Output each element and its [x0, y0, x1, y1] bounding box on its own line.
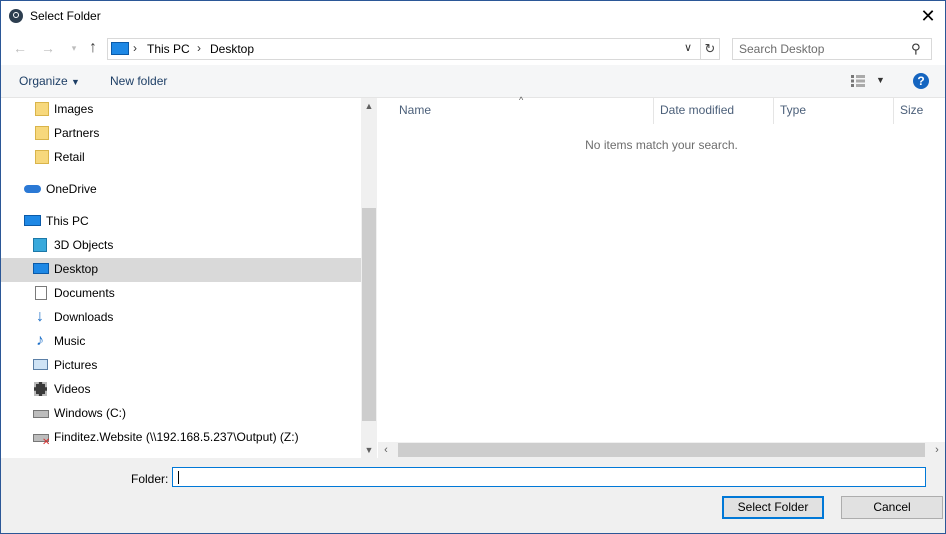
back-arrow-icon[interactable]: ← — [11, 39, 29, 57]
breadcrumb-separator-icon[interactable]: › — [197, 41, 201, 55]
drive-icon — [33, 410, 49, 418]
refresh-icon[interactable]: ↻ — [701, 38, 720, 60]
nav-item-network-drive-z[interactable]: ✕ Finditez.Website (\\192.168.5.237\Outp… — [1, 426, 361, 450]
nav-item-label: Downloads — [54, 310, 114, 324]
network-drive-disconnected-icon: ✕ — [33, 434, 50, 448]
pictures-icon — [33, 359, 48, 370]
nav-item-label: OneDrive — [46, 182, 97, 196]
this-pc-icon — [24, 215, 41, 226]
disconnected-x-icon: ✕ — [42, 437, 51, 448]
app-icon — [9, 9, 23, 23]
dialog-footer: Folder: Select Folder Cancel — [1, 458, 945, 533]
nav-item-3d-objects[interactable]: 3D Objects — [1, 234, 361, 258]
folder-icon — [35, 102, 49, 116]
view-dropdown-icon[interactable]: ▼ — [876, 75, 885, 85]
scroll-right-icon[interactable]: › — [929, 442, 945, 458]
nav-item-label: Music — [54, 334, 86, 348]
help-icon[interactable]: ? — [913, 73, 929, 89]
folder-icon — [35, 150, 49, 164]
nav-item-label: Finditez.Website (\\192.168.5.237\Output… — [54, 430, 299, 444]
nav-item-label: Desktop — [54, 262, 99, 276]
close-icon[interactable]: ✕ — [916, 4, 940, 28]
nav-item-label: This PC — [46, 214, 89, 228]
new-folder-button[interactable]: New folder — [110, 74, 167, 88]
nav-item-this-pc[interactable]: This PC — [1, 210, 361, 234]
nav-item-documents[interactable]: Documents — [1, 282, 361, 306]
column-divider[interactable] — [773, 98, 774, 124]
nav-item-windows-c[interactable]: Windows (C:) — [1, 402, 361, 426]
nav-item-label: Documents — [54, 286, 115, 300]
address-bar[interactable]: › This PC › Desktop ∨ — [107, 38, 701, 60]
organize-button[interactable]: Organize ▼ — [19, 74, 80, 88]
search-placeholder: Search Desktop — [739, 42, 825, 56]
nav-item-label: 3D Objects — [54, 238, 114, 252]
nav-item-downloads[interactable]: ↓ Downloads — [1, 306, 361, 330]
command-bar: Organize ▼ New folder ▼ ? — [1, 65, 945, 98]
folder-label: Folder: — [131, 472, 169, 486]
column-header-name[interactable]: Name — [399, 103, 431, 117]
music-icon: ♪ — [36, 332, 44, 349]
nav-item-pictures[interactable]: Pictures — [1, 354, 361, 378]
nav-item-label: Partners — [54, 126, 100, 140]
this-pc-icon — [111, 42, 129, 55]
folder-icon — [35, 126, 49, 140]
column-header-type[interactable]: Type — [780, 103, 806, 117]
column-divider[interactable] — [653, 98, 654, 124]
organize-label: Organize — [19, 74, 68, 88]
search-input[interactable]: Search Desktop ⚲ — [732, 38, 932, 60]
breadcrumb-separator-icon[interactable]: › — [133, 41, 137, 55]
videos-icon — [34, 382, 47, 396]
search-icon[interactable]: ⚲ — [911, 41, 921, 57]
onedrive-icon — [24, 185, 41, 193]
nav-item-label: Windows (C:) — [54, 406, 127, 420]
breadcrumb-desktop[interactable]: Desktop — [210, 42, 254, 56]
column-divider[interactable] — [893, 98, 894, 124]
nav-item-videos[interactable]: Videos — [1, 378, 361, 402]
recent-locations-chevron-icon[interactable]: ▾ — [65, 39, 83, 57]
file-list-pane[interactable]: ^ Name Date modified Type Size No items … — [378, 95, 945, 442]
nav-item-retail[interactable]: Retail — [1, 146, 361, 170]
empty-message: No items match your search. — [585, 138, 738, 152]
nav-item-label: Videos — [54, 382, 91, 396]
up-arrow-icon[interactable]: ↑ — [84, 39, 102, 57]
scrollbar-thumb[interactable] — [362, 208, 376, 421]
chevron-down-icon: ▼ — [71, 77, 80, 87]
nav-item-music[interactable]: ♪ Music — [1, 330, 361, 354]
3d-objects-icon — [33, 238, 47, 252]
nav-item-label: Retail — [54, 150, 85, 164]
cancel-button[interactable]: Cancel — [841, 496, 943, 519]
folder-input[interactable] — [172, 467, 926, 487]
text-caret — [178, 471, 179, 484]
downloads-icon: ↓ — [36, 308, 44, 325]
sort-ascending-icon: ^ — [519, 95, 524, 105]
column-header-date-modified[interactable]: Date modified — [660, 103, 734, 117]
column-header-size[interactable]: Size — [900, 103, 923, 117]
documents-icon — [35, 286, 47, 300]
nav-item-label: Pictures — [54, 358, 98, 372]
scroll-left-icon[interactable]: ‹ — [378, 442, 394, 458]
address-dropdown-icon[interactable]: ∨ — [684, 41, 692, 54]
scrollbar-thumb[interactable] — [398, 443, 925, 457]
view-options-icon[interactable] — [851, 75, 867, 87]
title-bar: Select Folder ✕ — [1, 1, 945, 32]
forward-arrow-icon[interactable]: → — [39, 39, 57, 57]
select-folder-dialog: Select Folder ✕ ← → ▾ ↑ › This PC › Desk… — [0, 0, 946, 534]
desktop-icon — [33, 263, 49, 274]
scroll-down-icon[interactable]: ▼ — [361, 442, 377, 458]
breadcrumb-this-pc[interactable]: This PC — [147, 42, 190, 56]
select-folder-button[interactable]: Select Folder — [722, 496, 824, 519]
nav-item-images[interactable]: Images — [1, 98, 361, 122]
navigation-scrollbar[interactable]: ▲ ▼ — [361, 98, 377, 458]
nav-item-onedrive[interactable]: OneDrive — [1, 178, 361, 202]
window-title: Select Folder — [30, 9, 101, 23]
scroll-up-icon[interactable]: ▲ — [361, 98, 377, 114]
navigation-pane: Images Partners Retail OneDrive This PC … — [1, 98, 361, 458]
horizontal-scrollbar[interactable]: ‹ › — [378, 442, 945, 458]
nav-item-desktop[interactable]: Desktop — [1, 258, 361, 282]
nav-item-partners[interactable]: Partners — [1, 122, 361, 146]
nav-item-label: Images — [54, 102, 94, 116]
